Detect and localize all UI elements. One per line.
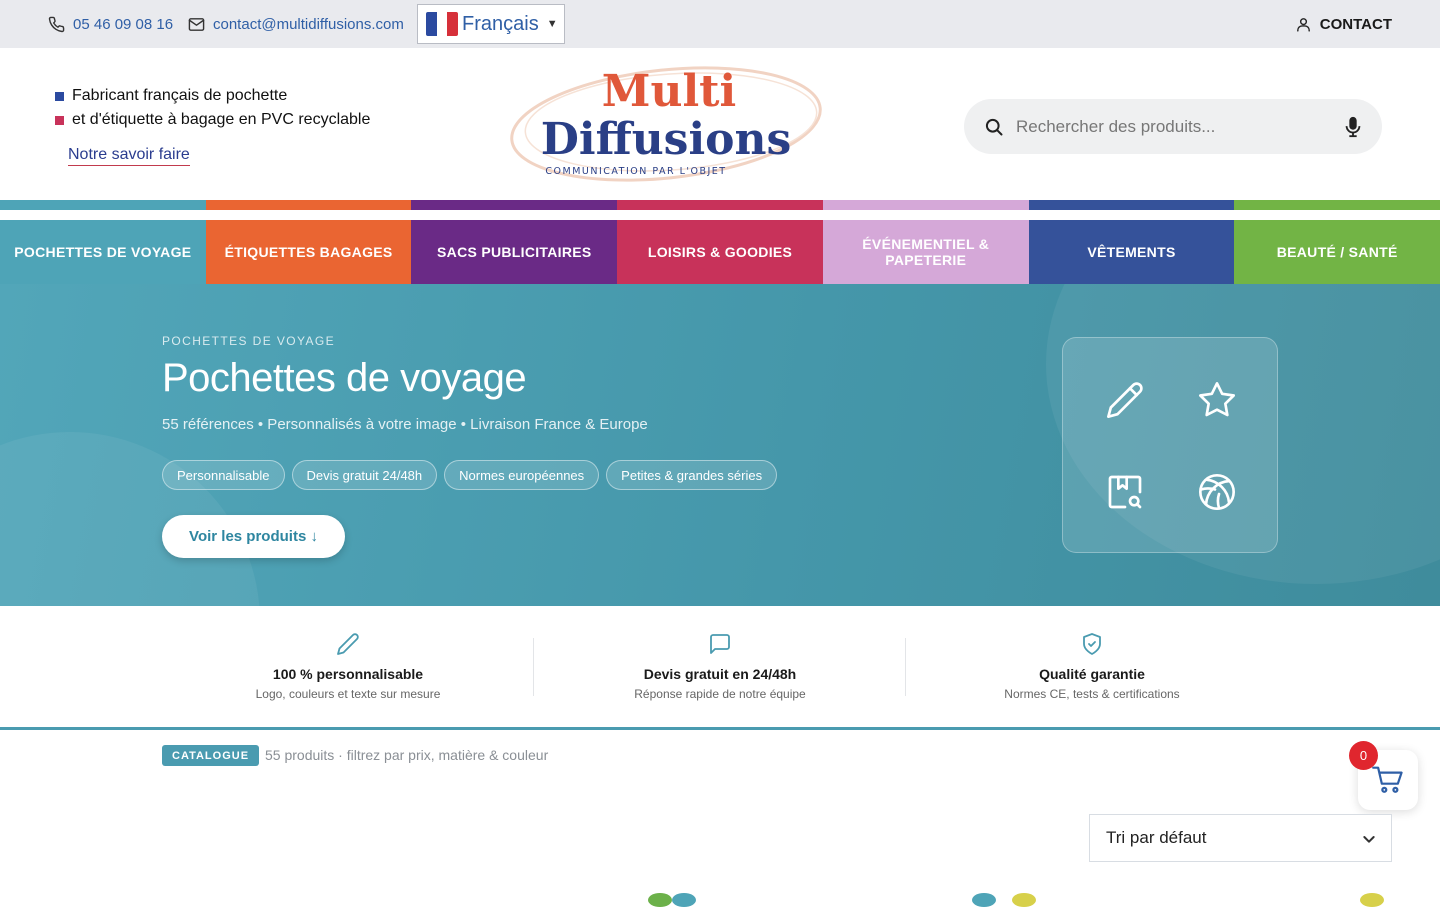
pencil-icon	[337, 633, 359, 655]
language-label: Français	[462, 12, 539, 35]
tagline-line-1: Fabricant français de pochette	[55, 84, 370, 108]
nav-item-beaute-sante[interactable]: BEAUTÉ / SANTÉ	[1234, 220, 1440, 284]
star-icon	[1199, 382, 1235, 417]
top-bar: 05 46 09 08 16 contact@multidiffusions.c…	[0, 0, 1440, 48]
chat-bubble-icon	[710, 634, 730, 654]
caret-down-icon: ▼	[546, 18, 558, 30]
product-thumbnail-peek	[672, 893, 696, 907]
language-selector[interactable]: Français ▼	[417, 4, 565, 44]
user-icon	[1296, 17, 1310, 32]
tagline-line-2: et d'étiquette à bagage en PVC recyclabl…	[55, 108, 370, 132]
red-square-icon	[55, 115, 64, 125]
hero-meta: 55 références • Personnalisés à votre im…	[162, 416, 648, 433]
section-divider	[0, 727, 1440, 730]
sort-select[interactable]: Tri par défaut	[1089, 814, 1392, 862]
tagline-text-2: et d'étiquette à bagage en PVC recyclabl…	[72, 111, 371, 128]
nav-item-sacs-publicitaires[interactable]: SACS PUBLICITAIRES	[411, 220, 618, 284]
contact-label: CONTACT	[1319, 15, 1392, 33]
contact-link[interactable]: CONTACT	[1295, 0, 1392, 48]
feature-title: Devis gratuit en 24/48h	[643, 666, 797, 682]
features-strip: 100 % personnalisable Logo, couleurs et …	[0, 606, 1440, 728]
chip-personnalisable: Personnalisable	[162, 460, 285, 490]
category-nav: POCHETTES DE VOYAGE ÉTIQUETTES BAGAGES S…	[0, 220, 1440, 284]
header-taglines: Fabricant français de pochette et d'étiq…	[55, 84, 370, 132]
view-products-button[interactable]: Voir les produits ↓	[162, 515, 345, 558]
phone-link[interactable]: 05 46 09 08 16	[48, 0, 173, 48]
chip-normes-europeennes: Normes européennes	[444, 460, 600, 490]
search-bar	[964, 99, 1382, 154]
phone-number: 05 46 09 08 16	[73, 15, 174, 33]
multidiffusions-logo[interactable]: Multi Diffusions COMMUNICATION PAR L'OBJ…	[506, 62, 826, 190]
search-document-icon	[1108, 475, 1142, 509]
color-stripe-segment	[822, 200, 1029, 210]
feature-devis: Devis gratuit en 24/48h Réponse rapide d…	[534, 606, 906, 728]
product-thumbnail-peek	[972, 893, 996, 907]
hero-kicker: POCHETTES DE VOYAGE	[162, 334, 336, 348]
color-stripe-segment	[205, 200, 412, 210]
shield-check-icon	[1083, 633, 1101, 655]
nav-item-evenementiel-papeterie[interactable]: ÉVÉNEMENTIEL & PAPETERIE	[822, 220, 1029, 284]
nav-item-vetements[interactable]: VÊTEMENTS	[1028, 220, 1235, 284]
feature-subtitle: Normes CE, tests & certifications	[1004, 687, 1180, 701]
shopping-cart-icon	[1372, 766, 1403, 793]
hero-icon-card	[1062, 337, 1278, 553]
catalogue-badge: CATALOGUE	[162, 745, 260, 766]
feature-personnalisable: 100 % personnalisable Logo, couleurs et …	[162, 606, 534, 728]
product-thumbnail-peek	[1360, 893, 1384, 907]
french-flag-icon	[426, 12, 458, 36]
product-thumbnail-peek	[648, 893, 672, 907]
color-stripe-segment	[1234, 200, 1440, 210]
logo-line-1: Multi	[602, 66, 736, 117]
feature-title: 100 % personnalisable	[272, 666, 424, 682]
pencil-icon	[1107, 382, 1143, 418]
logo-subtitle: COMMUNICATION PAR L'OBJET	[545, 166, 726, 177]
feature-title: Qualité garantie	[1039, 666, 1145, 682]
feature-subtitle: Réponse rapide de notre équipe	[634, 687, 806, 701]
logo-line-2: Diffusions	[541, 114, 792, 165]
nav-item-pochettes-de-voyage[interactable]: POCHETTES DE VOYAGE	[0, 220, 206, 284]
catalogue-summary: 55 produits · filtrez par prix, matière …	[265, 747, 549, 763]
search-input[interactable]	[1016, 116, 1344, 137]
email-link[interactable]: contact@multidiffusions.com	[188, 0, 404, 48]
chip-devis-gratuit: Devis gratuit 24/48h	[291, 460, 438, 490]
email-address: contact@multidiffusions.com	[213, 15, 404, 33]
mail-icon	[188, 17, 205, 31]
microphone-icon[interactable]	[1344, 116, 1362, 138]
hero-chips: Personnalisable Devis gratuit 24/48h Nor…	[162, 460, 784, 490]
nav-item-loisirs-goodies[interactable]: LOISIRS & GOODIES	[617, 220, 823, 284]
color-stripe-segment	[411, 200, 618, 210]
search-icon[interactable]	[984, 117, 1004, 137]
chevron-down-icon	[1363, 836, 1375, 843]
sort-value: Tri par défaut	[1106, 828, 1207, 847]
nav-item-etiquettes-bagages[interactable]: ÉTIQUETTES BAGAGES	[205, 220, 412, 284]
tagline-text-1: Fabricant français de pochette	[72, 87, 288, 104]
hero-banner: POCHETTES DE VOYAGE Pochettes de voyage …	[0, 284, 1440, 606]
savoir-faire-link[interactable]: Notre savoir faire	[68, 146, 190, 166]
product-thumbnail-peek	[1012, 893, 1036, 907]
page-title: Pochettes de voyage	[162, 356, 527, 400]
phone-icon	[48, 16, 65, 32]
color-stripe-segment	[1028, 200, 1235, 210]
basketball-icon	[1199, 474, 1235, 510]
blue-square-icon	[55, 91, 64, 101]
color-stripe-segment	[0, 200, 206, 210]
feature-qualite: Qualité garantie Normes CE, tests & cert…	[906, 606, 1278, 728]
color-stripe-segment	[617, 200, 823, 210]
chip-petites-grandes-series: Petites & grandes séries	[606, 460, 778, 490]
cart-count-badge: 0	[1349, 741, 1378, 770]
feature-subtitle: Logo, couleurs et texte sur mesure	[255, 687, 441, 701]
